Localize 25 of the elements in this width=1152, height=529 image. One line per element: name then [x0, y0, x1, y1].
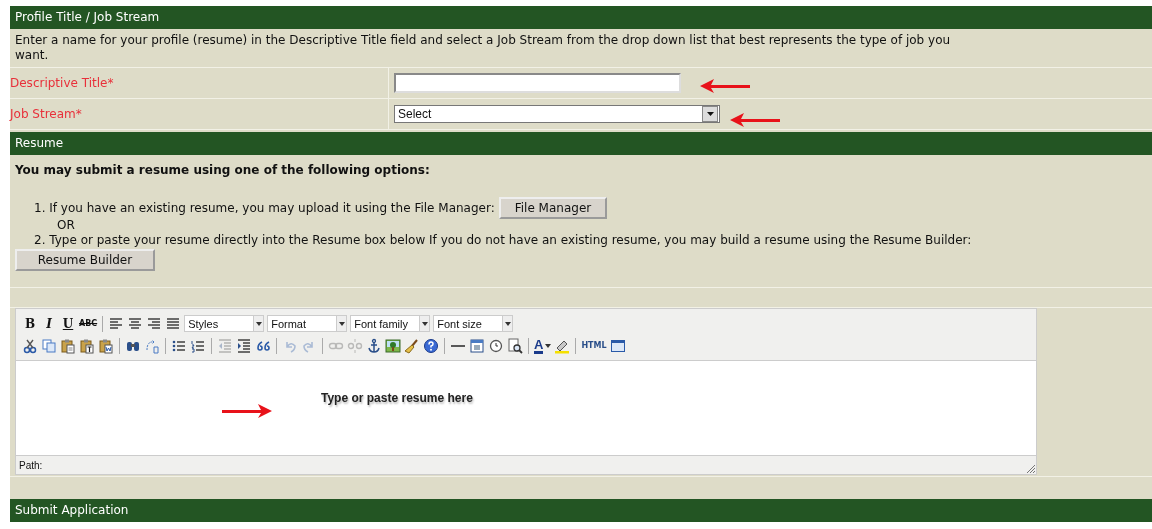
format-button[interactable]: U: [60, 314, 76, 333]
path-label: Path:: [19, 459, 43, 471]
toolbar-dropdown[interactable]: Styles: [184, 315, 265, 332]
editor-text-area[interactable]: Type or paste resume here: [16, 360, 1036, 456]
job-stream-dropdown[interactable]: Select: [394, 105, 720, 123]
instructions-text: Enter a name for your profile (resume) in the Descriptive Title field and select a Job Stream from the drop down list that best represents the type of job you want.: [15, 33, 952, 63]
section-header: Resume: [10, 132, 1152, 155]
toolbar-dropdown[interactable]: Format: [267, 315, 348, 332]
toolbar-dropdown[interactable]: Font size: [433, 315, 514, 332]
format-button[interactable]: I: [41, 314, 57, 333]
option-text: 1. If you have an existing resume, you may upload it using the File Manager:: [34, 201, 495, 215]
toolbar-dropdown[interactable]: Font family: [350, 315, 431, 332]
font-color-button[interactable]: A: [534, 337, 552, 354]
options-heading: You may submit a resume using one of the following options:: [15, 163, 431, 177]
field-label: Job Stream*: [10, 107, 82, 121]
format-button[interactable]: HTML: [581, 336, 607, 355]
option-text: 2. Type or paste your resume directly into the Resume box below If you do not have an existing resume, you may build a resume using the Resume Builder:: [34, 232, 973, 248]
field-label: Descriptive Title*: [10, 76, 114, 90]
resume-builder-button[interactable]: Resume Builder: [15, 249, 155, 271]
or-text: OR: [57, 219, 76, 232]
file-manager-button[interactable]: File Manager: [498, 197, 608, 219]
format-button[interactable]: B: [22, 314, 38, 333]
section-header: Profile Title / Job Stream: [10, 6, 1152, 29]
section-header: Submit Application: [10, 499, 1152, 522]
format-button[interactable]: ABC: [79, 314, 98, 333]
